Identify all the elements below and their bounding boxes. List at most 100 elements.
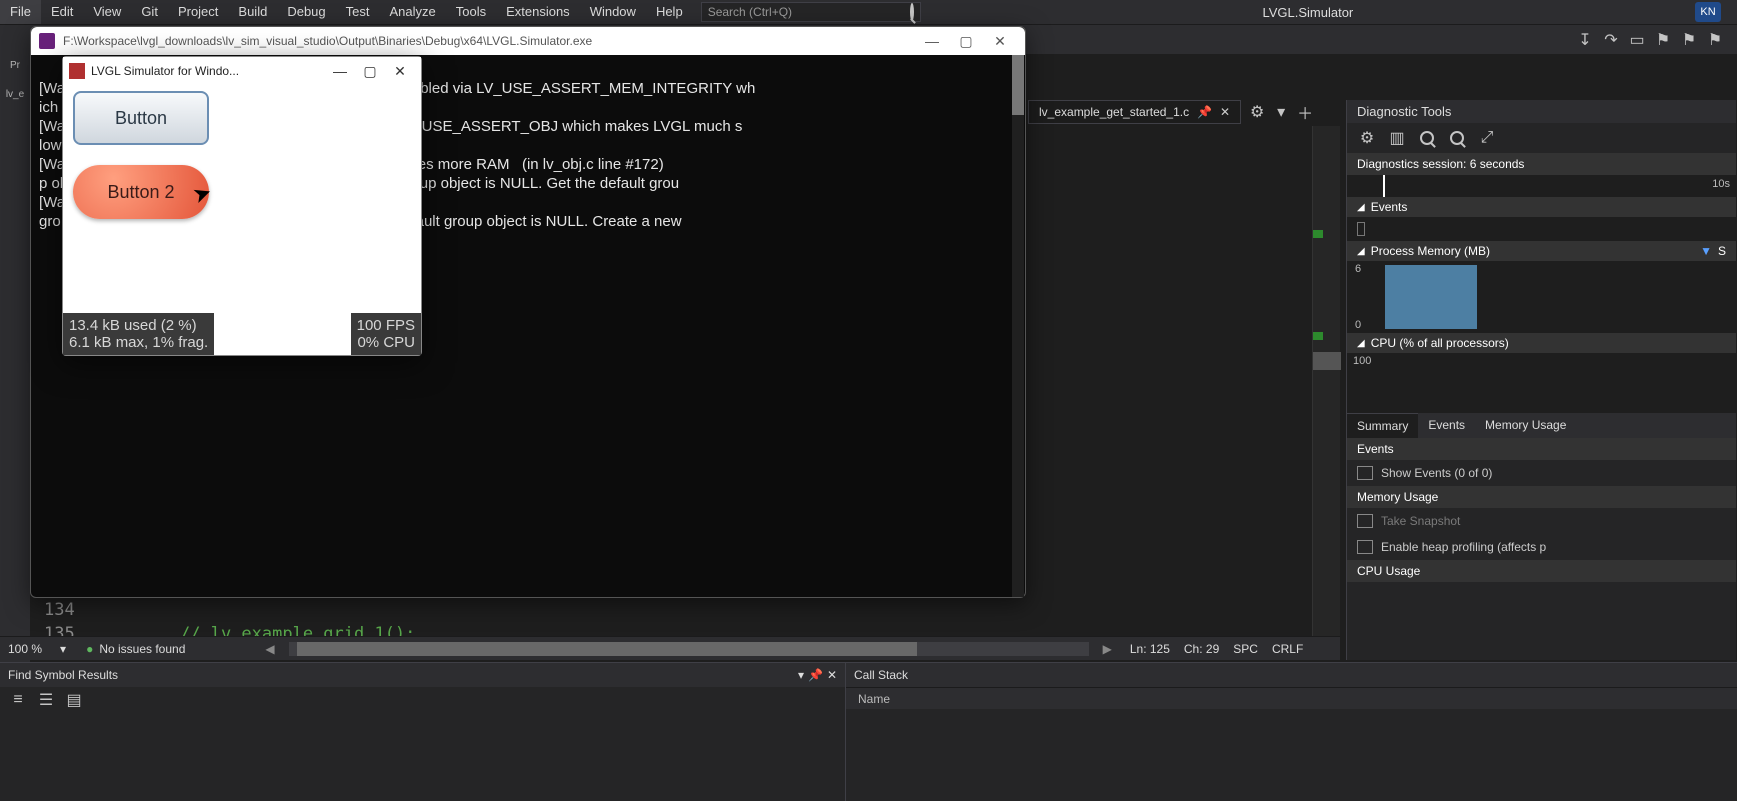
step-over-icon[interactable]: ↷	[1601, 30, 1621, 50]
diag-session-label: Diagnostics session: 6 seconds	[1347, 153, 1736, 175]
list-view-icon[interactable]: ≡	[8, 690, 28, 710]
diag-section-memory[interactable]: ◢ Process Memory (MB) ▼ S	[1347, 241, 1736, 261]
diag-zoom-out-icon[interactable]	[1447, 128, 1467, 148]
step-into-icon[interactable]: ↧	[1575, 30, 1595, 50]
find-symbol-panel: Find Symbol Results ▾ 📌 ✕ ≡ ☰ ▤	[0, 662, 845, 801]
diag-select-tools-icon[interactable]: ▥	[1387, 128, 1407, 148]
memory-chart[interactable]: 6 0	[1347, 261, 1736, 333]
menu-file[interactable]: File	[0, 0, 41, 24]
call-stack-col-name[interactable]: Name	[846, 687, 1737, 709]
sim-button-2[interactable]: Button 2	[73, 165, 209, 219]
flag-prev-icon[interactable]: ⚑	[1705, 30, 1725, 50]
diag-tab-summary[interactable]: Summary	[1347, 413, 1418, 438]
gutter-line-134: 134	[44, 600, 75, 620]
cpu-y-max: 100	[1353, 355, 1371, 367]
console-maximize-button[interactable]: ▢	[949, 33, 983, 50]
bottom-panels: Find Symbol Results ▾ 📌 ✕ ≡ ☰ ▤ Call Sta…	[0, 662, 1737, 801]
menu-build[interactable]: Build	[228, 0, 277, 24]
zoom-level[interactable]: 100 %	[8, 642, 42, 656]
summary-events-header: Events	[1347, 438, 1736, 460]
collapse-icon: ◢	[1357, 202, 1365, 213]
panel-dropdown-icon[interactable]: ▾	[798, 668, 804, 682]
console-scroll-thumb[interactable]	[1012, 55, 1024, 115]
heap-profiling-row[interactable]: Enable heap profiling (affects p	[1347, 534, 1736, 560]
diag-reset-view-icon[interactable]: ⤢	[1477, 128, 1497, 148]
call-stack-title: Call Stack	[854, 668, 908, 682]
diag-section-events-label: Events	[1371, 200, 1408, 214]
group-view-icon[interactable]: ▤	[64, 690, 84, 710]
tree-view-icon[interactable]: ☰	[36, 690, 56, 710]
tab-gear-icon[interactable]: ⚙	[1247, 102, 1267, 122]
summary-cpu-header: CPU Usage	[1347, 560, 1736, 582]
flag-next-icon[interactable]: ⚑	[1679, 30, 1699, 50]
menu-debug[interactable]: Debug	[277, 0, 335, 24]
pin-icon[interactable]: 📌	[1197, 105, 1212, 119]
cpu-chart[interactable]: 100	[1347, 353, 1736, 413]
diag-tab-memory[interactable]: Memory Usage	[1475, 413, 1576, 438]
console-close-button[interactable]: ✕	[983, 33, 1017, 50]
sim-cpu: 0% CPU	[357, 334, 415, 351]
take-snapshot-row[interactable]: Take Snapshot	[1347, 508, 1736, 534]
console-minimize-button[interactable]: —	[915, 33, 949, 49]
timeline-tick-10s: 10s	[1712, 178, 1730, 190]
sim-canvas[interactable]: Button Button 2 ➤ 13.4 kB used (2 %) 6.1…	[63, 85, 421, 355]
sim-button-1[interactable]: Button	[73, 91, 209, 145]
console-titlebar[interactable]: F:\Workspace\lvgl_downloads\lv_sim_visua…	[31, 27, 1025, 55]
diag-title: Diagnostic Tools	[1347, 100, 1736, 123]
zoom-dropdown-icon[interactable]: ▾	[60, 642, 66, 656]
sim-maximize-button[interactable]: ▢	[355, 63, 385, 80]
diag-settings-icon[interactable]: ⚙	[1357, 128, 1377, 148]
tab-dropdown-icon[interactable]: ▾	[1271, 102, 1291, 122]
bookmark-icon[interactable]: ▭	[1627, 30, 1647, 50]
console-scrollbar[interactable]	[1012, 55, 1024, 597]
menu-tools[interactable]: Tools	[446, 0, 496, 24]
diag-section-events[interactable]: ◢ Events	[1347, 197, 1736, 217]
diag-tab-events[interactable]: Events	[1418, 413, 1475, 438]
nav-left-icon[interactable]: ◀	[265, 642, 274, 656]
issues-text[interactable]: No issues found	[99, 642, 185, 656]
menu-bar: File Edit View Git Project Build Debug T…	[0, 0, 1737, 24]
sim-status-right: 100 FPS 0% CPU	[351, 313, 421, 355]
flag-icon[interactable]: ⚑	[1653, 30, 1673, 50]
sim-fps: 100 FPS	[357, 317, 415, 334]
quick-search[interactable]: Search (Ctrl+Q)	[701, 2, 921, 22]
sim-status-left: 13.4 kB used (2 %) 6.1 kB max, 1% frag.	[63, 313, 214, 355]
nav-right-icon[interactable]: ▶	[1103, 642, 1112, 656]
timeline-cursor[interactable]	[1383, 175, 1385, 197]
menu-window[interactable]: Window	[580, 0, 646, 24]
sim-close-button[interactable]: ✕	[385, 63, 415, 80]
diag-timeline[interactable]: 10s	[1347, 175, 1736, 197]
mem-filter-icon[interactable]: ▼	[1700, 244, 1712, 258]
menu-extensions[interactable]: Extensions	[496, 0, 580, 24]
events-icon	[1357, 466, 1373, 480]
diag-zoom-in-icon[interactable]	[1417, 128, 1437, 148]
indent-mode[interactable]: SPC	[1233, 642, 1258, 656]
panel-close-icon[interactable]: ✕	[827, 668, 837, 682]
left-tool-1[interactable]: Pr	[10, 60, 20, 71]
overview-thumb[interactable]	[1313, 352, 1341, 370]
menu-view[interactable]: View	[83, 0, 131, 24]
menu-project[interactable]: Project	[168, 0, 228, 24]
menu-test[interactable]: Test	[336, 0, 380, 24]
eol-mode[interactable]: CRLF	[1272, 642, 1303, 656]
menu-git[interactable]: Git	[131, 0, 168, 24]
menu-help[interactable]: Help	[646, 0, 693, 24]
debug-target-label[interactable]: LVGL.Simulator	[1252, 5, 1363, 20]
caret-line: Ln: 125	[1130, 642, 1170, 656]
diag-section-cpu[interactable]: ◢CPU (% of all processors)	[1347, 333, 1736, 353]
menu-analyze[interactable]: Analyze	[379, 0, 445, 24]
sim-minimize-button[interactable]: —	[325, 63, 355, 79]
tab-get-started[interactable]: lv_example_get_started_1.c 📌 ✕	[1028, 100, 1241, 124]
menu-edit[interactable]: Edit	[41, 0, 83, 24]
tab-add-icon[interactable]: ＋	[1295, 102, 1315, 122]
close-tab-icon[interactable]: ✕	[1220, 105, 1230, 119]
hscroll-thumb[interactable]	[297, 642, 917, 656]
panel-pin-icon[interactable]: 📌	[808, 668, 823, 682]
left-tool-2[interactable]: lv_e	[6, 89, 24, 100]
search-placeholder: Search (Ctrl+Q)	[708, 5, 792, 19]
user-badge[interactable]: KN	[1695, 2, 1721, 22]
sim-titlebar[interactable]: LVGL Simulator for Windo... — ▢ ✕	[63, 57, 421, 85]
show-events-row[interactable]: Show Events (0 of 0)	[1347, 460, 1736, 486]
editor-hscroll[interactable]	[289, 642, 1089, 656]
editor-overview-ruler[interactable]	[1312, 126, 1340, 636]
